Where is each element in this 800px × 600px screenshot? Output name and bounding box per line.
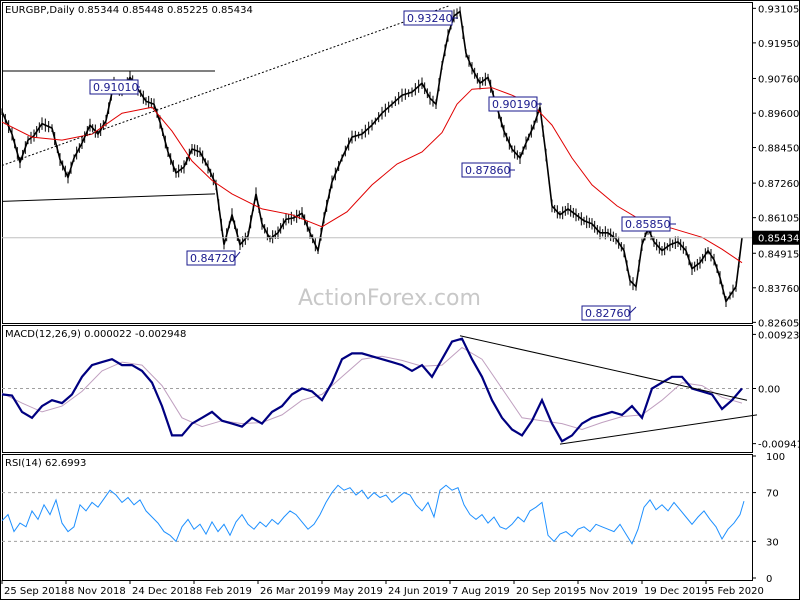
y-tick-label: 0.87260 [758,179,799,190]
y-tick-label: 0.91950 [758,39,799,50]
annotation-label: 0.82760 [585,307,631,320]
x-tick-label: 26 Mar 2019 [260,586,323,597]
y-tick-label: 0.83760 [758,284,799,295]
annotation-label: 0.84720 [190,252,236,265]
current-price-label: 0.85434 [758,234,799,245]
x-tick-label: 7 Aug 2019 [452,586,510,597]
annotation-label: 0.93240 [407,12,453,25]
rsi-y-tick-label: 0 [766,574,772,585]
x-tick-label: 9 May 2019 [324,586,383,597]
macd-y-tick-label: 0.009237 [758,330,800,341]
x-tick-label: 19 Dec 2019 [644,586,708,597]
annotation-label: 0.85850 [625,218,671,231]
annotation-label: 0.87860 [465,164,511,177]
y-tick-label: 0.86105 [758,214,799,225]
x-tick-label: 5 Feb 2020 [708,586,764,597]
rsi-title: RSI(14) 62.6993 [5,458,86,469]
eurgbp-chart: 0.91010 0.84720 0.93240 0.90190 0.87860 0.858… [0,0,800,600]
y-tick-label: 0.82605 [758,318,799,329]
x-tick-label: 8 Feb 2019 [196,586,252,597]
macd-title: MACD(12,26,9) 0.000022 -0.002948 [5,329,186,340]
x-tick-label: 24 Dec 2018 [132,586,196,597]
x-tick-label: 20 Sep 2019 [516,586,579,597]
macd-y-tick-label: -0.009413 [758,440,800,451]
price-title: EURGBP,Daily 0.85344 0.85448 0.85225 0.8… [5,5,253,16]
y-tick-label: 0.88450 [758,144,799,155]
y-tick-label: 0.89600 [758,109,799,120]
y-tick-label: 0.90760 [758,74,799,85]
x-tick-label: 24 Jun 2019 [388,586,448,597]
x-tick-label: 5 Nov 2019 [580,586,638,597]
watermark: ActionForex.com [298,286,481,311]
annotation-label: 0.90190 [492,98,538,111]
rsi-y-tick-label: 70 [766,489,779,500]
rsi-y-tick-label: 30 [766,537,779,548]
rsi-y-tick-label: 100 [766,452,785,463]
y-tick-label: 0.84915 [758,249,799,260]
macd-y-tick-label: 0.00 [758,385,780,396]
x-tick-label: 25 Sep 2018 [4,586,67,597]
annotation-label: 0.91010 [93,81,139,94]
x-tick-label: 8 Nov 2018 [68,586,126,597]
y-tick-label: 0.93105 [758,4,799,15]
